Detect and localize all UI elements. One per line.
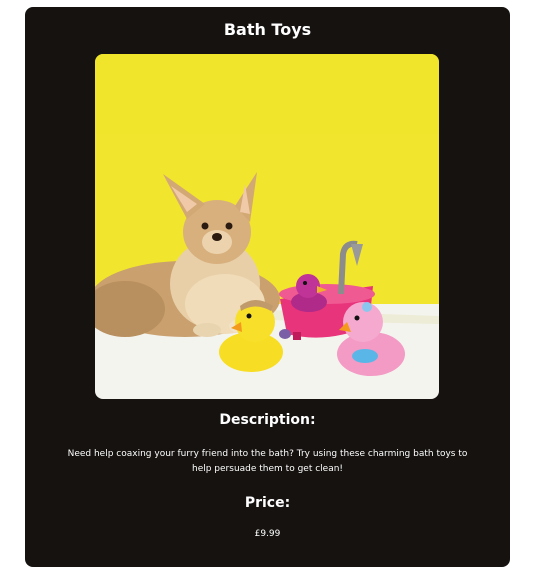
product-description: Need help coaxing your furry friend into… [67,449,468,474]
product-photo-illustration [95,54,439,399]
price-heading: Price: [244,495,291,511]
description-heading: Description: [219,412,316,428]
product-image [95,54,439,399]
product-price: £9.99 [254,529,281,539]
product-card: Bath Toys Description: Need help coaxing… [25,7,510,567]
product-title: Bath Toys [223,20,312,39]
